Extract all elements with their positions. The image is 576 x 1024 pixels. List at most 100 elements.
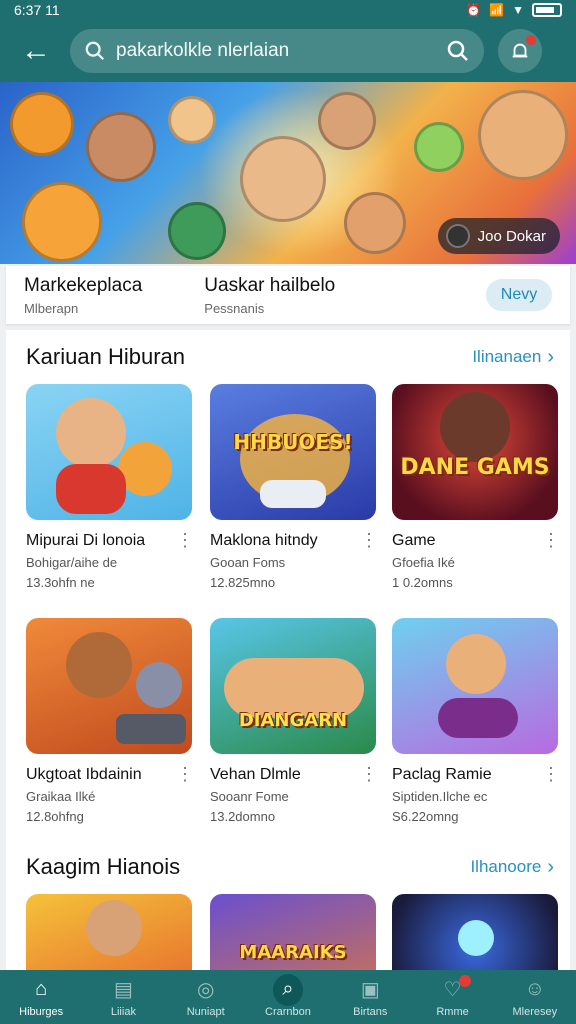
section-title: Kariuan Hiburan	[26, 344, 185, 369]
card-subtitle: Siptiden.Ilche ec	[392, 789, 488, 804]
thumb-character	[66, 632, 132, 698]
back-arrow-icon[interactable]: ←	[16, 31, 56, 71]
search-bar[interactable]	[70, 29, 484, 73]
section-see-all-link[interactable]: Ilinanaen ›	[472, 346, 554, 369]
banner-character-knight	[86, 112, 156, 182]
section-title: Kaagim Hianois	[26, 854, 181, 879]
list-icon: ▤	[113, 979, 133, 1001]
thumb-car	[260, 480, 326, 508]
status-icons: ⏰ 📶 ▼	[466, 3, 562, 17]
marketplace-col2-subtitle: Pessnanis	[204, 300, 265, 316]
banner-character-kid	[168, 96, 216, 144]
bag-icon: ▣	[360, 979, 380, 1001]
game-thumbnail: HHBUOES!	[210, 384, 376, 520]
banner-character-cat	[10, 92, 74, 156]
marketplace-info: Markekeplaca Mlberapn	[24, 275, 142, 316]
banner-character-girl	[168, 202, 226, 260]
banner-character-boy	[318, 92, 376, 150]
battery-icon	[532, 3, 562, 17]
nav-item-chat[interactable]: ♡ Rmme	[415, 974, 491, 1018]
more-options-icon[interactable]: ⋮	[542, 764, 560, 785]
nav-item-list[interactable]: ▤ Liiiak	[85, 977, 161, 1018]
marketplace-title: Markekeplaca	[24, 274, 143, 296]
more-options-icon[interactable]: ⋮	[360, 764, 378, 785]
hero-banner[interactable]: Joo Dokar	[0, 82, 576, 264]
game-card[interactable]: DANE GAMS Game ⋮ Gfoefia Iké 1 0.2omns	[392, 384, 560, 590]
card-subtitle: Gooan Foms	[210, 555, 286, 570]
user-avatar-icon	[445, 224, 470, 248]
nav-label: Liiiak	[110, 1005, 136, 1018]
card-title-row: Game ⋮	[392, 530, 560, 551]
chevron-right-icon: ›	[547, 345, 554, 368]
nav-item-profile[interactable]: ☺ Mleresey	[497, 977, 573, 1018]
game-card[interactable]: Paclag Ramie ⋮ Siptiden.Ilche ec S6.22om…	[392, 618, 560, 824]
card-title-row: Ukgtoat Ibdainin ⋮	[26, 764, 194, 785]
card-meta: S6.22omng	[392, 809, 459, 824]
search-icon: ⌕	[272, 973, 303, 1006]
card-meta: 12.8ohfng	[26, 809, 84, 824]
game-thumbnail	[26, 618, 192, 754]
game-thumbnail: DIANGARN	[210, 618, 376, 754]
card-subtitle: Bohigar/aihe de	[26, 555, 118, 570]
thumb-cannon	[438, 698, 518, 738]
game-card[interactable]: DIANGARN Vehan Dlmle ⋮ Sooanr Fome 13.2d…	[210, 618, 378, 824]
section-header: Kariuan Hiburan Ilinanaen ›	[26, 344, 554, 370]
card-meta: 13.2domno	[210, 809, 276, 824]
notification-dot	[526, 35, 536, 45]
search-submit-icon[interactable]	[446, 39, 470, 63]
marketplace-card[interactable]: Markekeplaca Mlberapn Uaskar hailbelo Pe…	[6, 266, 570, 324]
profile-icon: ☺	[524, 978, 546, 1000]
thumb-shirt	[56, 464, 126, 514]
thumb-character	[86, 900, 142, 956]
card-subtitle: Sooanr Fome	[210, 789, 289, 804]
bottom-navigation: ⌂ Hiburges ▤ Liiiak ◎ Nuniapt ⌕ Crarnbon…	[0, 970, 576, 1024]
more-options-icon[interactable]: ⋮	[176, 764, 194, 785]
thumb-logo: DANE GAMS	[400, 455, 550, 480]
card-title-row: Paclag Ramie ⋮	[392, 764, 560, 785]
thumb-warrior	[440, 392, 510, 462]
more-options-icon[interactable]: ⋮	[360, 530, 378, 551]
more-options-icon[interactable]: ⋮	[542, 530, 560, 551]
new-button[interactable]: Nevy	[486, 279, 552, 311]
notification-bell-button[interactable]	[498, 29, 542, 73]
card-meta: 1 0.2omns	[392, 575, 453, 590]
game-card[interactable]: HHBUOES! Maklona hitndy ⋮ Gooan Foms 12.…	[210, 384, 378, 590]
status-time: 6:37 11	[14, 2, 60, 18]
thumb-logo: DIANGARN	[238, 710, 348, 731]
card-title-row: Mipurai Di lonoia ⋮	[26, 530, 194, 551]
card-meta: 13.3ohfn ne	[26, 575, 95, 590]
section-see-all-link[interactable]: Ilhanoore ›	[470, 856, 554, 879]
home-icon: ⌂	[35, 978, 48, 1000]
card-title: Ukgtoat Ibdainin	[26, 765, 142, 783]
thumb-gun	[116, 714, 186, 744]
card-meta: 12.825mno	[210, 575, 276, 590]
card-title-row: Vehan Dlmle ⋮	[210, 764, 378, 785]
nav-item-search[interactable]: ⌕ Crarnbon	[250, 973, 326, 1018]
nav-item-radio[interactable]: ◎ Nuniapt	[168, 977, 244, 1018]
card-subtitle: Gfoefia Iké	[392, 555, 455, 570]
alarm-icon: ⏰	[466, 3, 482, 17]
game-card[interactable]: Mipurai Di lonoia ⋮ Bohigar/aihe de 13.3…	[26, 384, 194, 590]
nav-item-bag[interactable]: ▣ Birtans	[332, 977, 408, 1018]
banner-character-right	[478, 90, 568, 180]
thumb-logo: MAARAIKS	[239, 942, 347, 963]
card-title: Paclag Ramie	[392, 765, 492, 783]
status-bar: 6:37 11 ⏰ 📶 ▼	[0, 0, 576, 20]
banner-character-cap	[344, 192, 406, 254]
search-input[interactable]	[116, 40, 436, 62]
nav-label: Nuniapt	[186, 1005, 225, 1018]
more-options-icon[interactable]: ⋮	[176, 530, 194, 551]
section-link-label: Ilhanoore	[470, 857, 542, 876]
section-header: Kaagim Hianois Ilhanoore ›	[26, 854, 554, 880]
card-title-row: Maklona hitndy ⋮	[210, 530, 378, 551]
marketplace-subtitle: Mlberapn	[24, 300, 79, 316]
nav-label: Birtans	[353, 1005, 388, 1018]
game-card[interactable]: Ukgtoat Ibdainin ⋮ Graikaa Ilké 12.8ohfn…	[26, 618, 194, 824]
banner-user-chip[interactable]: Joo Dokar	[437, 218, 560, 254]
nav-label: Rmme	[436, 1005, 469, 1018]
game-thumbnail	[392, 618, 558, 754]
game-thumbnail: DANE GAMS	[392, 384, 558, 520]
nav-item-home[interactable]: ⌂ Hiburges	[3, 977, 79, 1018]
content-panel: Kariuan Hiburan Ilinanaen › Mipurai Di l…	[6, 330, 570, 1024]
card-title: Game	[392, 531, 436, 549]
